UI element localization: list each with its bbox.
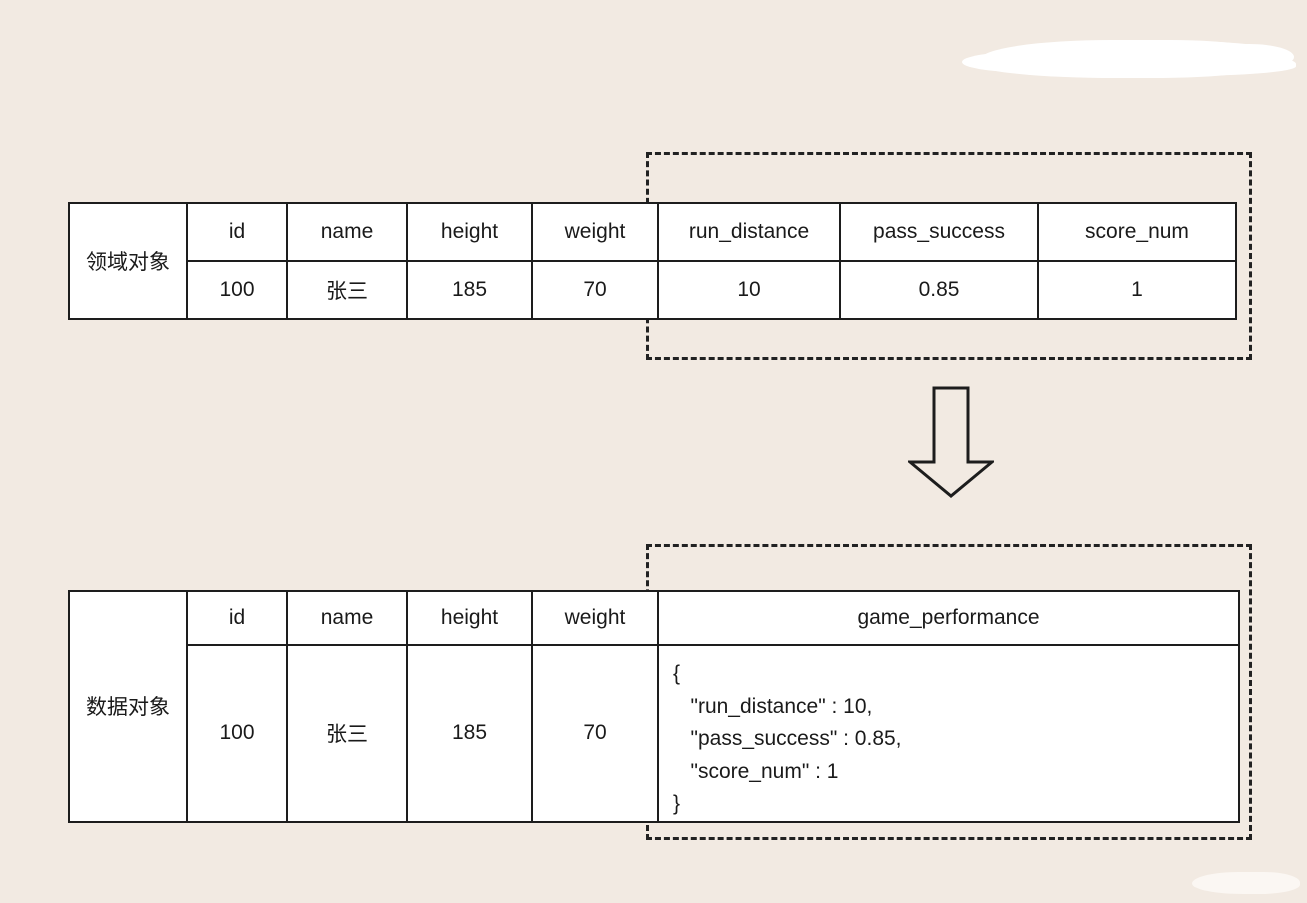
domain-value-name: 张三 <box>286 260 408 320</box>
down-block-arrow-icon <box>905 386 997 498</box>
domain-value-height: 185 <box>406 260 533 320</box>
domain-value-pass-success: 0.85 <box>839 260 1039 320</box>
domain-header-run-distance: run_distance <box>657 202 841 262</box>
data-header-height: height <box>406 590 533 646</box>
domain-header-pass-success: pass_success <box>839 202 1039 262</box>
data-table-row-label: 数据对象 <box>68 590 188 823</box>
table-row: 100 张三 185 70 { "run_distance" : 10, "pa… <box>69 644 1240 823</box>
data-value-game-performance-json: { "run_distance" : 10, "pass_success" : … <box>657 644 1240 823</box>
domain-header-score-num: score_num <box>1037 202 1237 262</box>
domain-header-name: name <box>286 202 408 262</box>
data-header-weight: weight <box>531 590 659 646</box>
domain-object-table: 领域对象 id name height weight run_distance … <box>68 202 1237 320</box>
top-redaction-mark <box>962 40 1294 76</box>
table-row: 领域对象 id name height weight run_distance … <box>68 202 1237 320</box>
data-value-id: 100 <box>186 644 288 823</box>
domain-header-height: height <box>406 202 533 262</box>
bottom-redaction-mark <box>1192 872 1300 894</box>
data-header-game-performance: game_performance <box>657 590 1240 646</box>
domain-header-id: id <box>186 202 288 262</box>
data-value-weight: 70 <box>531 644 659 823</box>
data-header-name: name <box>286 590 408 646</box>
diagram-canvas: 领域对象 id name height weight run_distance … <box>0 0 1307 903</box>
data-header-id: id <box>186 590 288 646</box>
domain-header-weight: weight <box>531 202 659 262</box>
table-row: 100 张三 185 70 10 0.85 1 <box>69 260 1237 320</box>
data-object-table: 数据对象 id name height weight game_performa… <box>68 590 1240 823</box>
data-value-height: 185 <box>406 644 533 823</box>
domain-value-score-num: 1 <box>1037 260 1237 320</box>
domain-table-row-label: 领域对象 <box>68 202 188 320</box>
domain-value-run-distance: 10 <box>657 260 841 320</box>
domain-value-weight: 70 <box>531 260 659 320</box>
data-value-name: 张三 <box>286 644 408 823</box>
domain-value-id: 100 <box>186 260 288 320</box>
table-row: 数据对象 id name height weight game_performa… <box>68 590 1240 823</box>
